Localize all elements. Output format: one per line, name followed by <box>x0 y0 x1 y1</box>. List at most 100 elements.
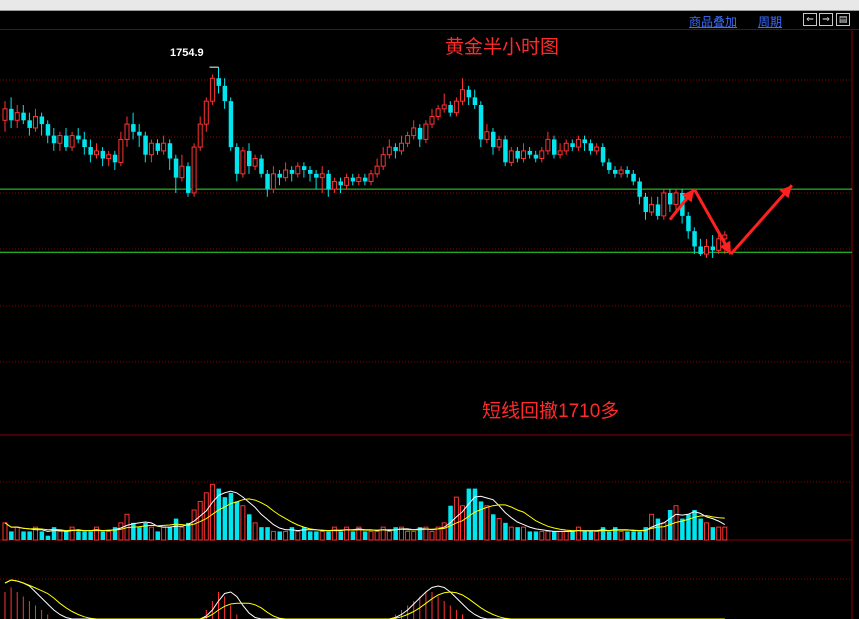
candle-body <box>240 150 246 175</box>
candle-body <box>124 123 130 140</box>
candlestick <box>57 131 63 151</box>
candle-body <box>216 78 221 86</box>
volume-bar <box>295 530 301 541</box>
volume-bar <box>161 526 167 541</box>
scroll-right-icon[interactable]: ⇒ <box>819 13 833 26</box>
volume-bar <box>203 492 209 541</box>
candle-body <box>326 173 331 190</box>
candle-body <box>545 138 551 152</box>
candlestick <box>686 212 691 239</box>
candlestick <box>137 124 142 148</box>
volume-bar <box>661 522 667 541</box>
volume-bar <box>552 531 557 540</box>
volume-bar <box>27 531 32 540</box>
candlestick <box>637 177 642 205</box>
candle-body <box>51 135 57 144</box>
candlestick <box>570 139 575 151</box>
volume-ma-white <box>4 490 726 532</box>
volume-ma-yellow <box>4 498 725 532</box>
candle-body <box>82 139 87 148</box>
candlestick <box>14 105 20 128</box>
candle-body <box>484 131 490 140</box>
volume-bar <box>478 501 484 540</box>
price-chart[interactable] <box>0 30 859 619</box>
candle-body <box>118 138 124 163</box>
candle-body <box>588 143 594 151</box>
candle-body <box>222 85 228 102</box>
candlestick <box>643 192 648 220</box>
candle-body <box>692 231 697 247</box>
candlestick <box>21 105 26 125</box>
candle-body <box>405 135 411 144</box>
candle-body <box>368 173 374 182</box>
candle-body <box>453 100 459 114</box>
volume-bar <box>698 518 703 540</box>
candlestick <box>704 238 709 258</box>
volume-bar <box>82 531 87 540</box>
candlestick <box>203 97 209 132</box>
candle-body <box>441 104 447 110</box>
candlestick <box>631 170 636 186</box>
candle-body <box>319 173 325 179</box>
window-top-bar <box>0 0 859 10</box>
volume-bar <box>441 522 447 541</box>
volume-bar <box>9 531 14 540</box>
candlestick <box>106 150 112 167</box>
candlestick <box>466 85 472 105</box>
candlestick <box>545 131 551 155</box>
candle-body <box>350 177 356 182</box>
volume-bar <box>228 492 234 540</box>
volume-bar <box>368 530 374 541</box>
volume-bar <box>491 514 496 540</box>
candlestick <box>655 196 661 220</box>
candlestick <box>240 147 246 178</box>
candle-body <box>45 124 51 136</box>
candlestick <box>270 166 276 193</box>
candle-body <box>179 165 185 179</box>
candlestick <box>600 143 606 167</box>
volume-bar <box>460 505 465 541</box>
candle-body <box>448 105 453 113</box>
candle-body <box>259 158 264 174</box>
volume-bar <box>301 527 307 540</box>
candlestick <box>155 139 160 155</box>
overlay-commodity-link[interactable]: 商品叠加 <box>689 13 737 30</box>
candlestick <box>9 97 14 128</box>
volume-bar <box>515 527 520 540</box>
volume-bar <box>527 531 533 540</box>
candlestick <box>308 166 313 182</box>
candlestick <box>331 177 337 193</box>
candle-body <box>533 154 539 159</box>
chart-toolbar: 商品叠加 周期 ⇐ ⇒ ▤ <box>0 10 859 30</box>
candle-body <box>69 135 75 148</box>
period-link[interactable]: 周期 <box>758 13 782 30</box>
candle-body <box>649 203 655 213</box>
volume-bar <box>100 531 106 540</box>
candle-body <box>521 150 526 160</box>
candlestick <box>161 135 167 155</box>
candlestick <box>594 143 600 155</box>
volume-bar <box>289 527 295 540</box>
volume-bar <box>362 531 368 540</box>
volume-bar <box>234 501 240 540</box>
candlestick <box>131 112 136 140</box>
volume-bar <box>704 522 709 541</box>
candlestick <box>39 112 45 136</box>
volume-bar <box>637 531 642 540</box>
candle-body <box>655 204 661 216</box>
panel-toggle-icon[interactable]: ▤ <box>836 13 850 26</box>
candlestick <box>167 139 173 170</box>
candle-body <box>386 146 392 156</box>
volume-bar <box>331 526 337 541</box>
volume-bar <box>710 527 716 540</box>
volume-bar <box>625 531 630 540</box>
candle-body <box>2 108 8 121</box>
candlestick <box>259 154 264 178</box>
candlestick <box>234 143 240 182</box>
volume-bar <box>716 526 722 541</box>
candle-body <box>625 170 630 174</box>
candle-body <box>515 150 520 159</box>
candlestick <box>112 150 118 170</box>
scroll-left-icon[interactable]: ⇐ <box>803 13 817 26</box>
candle-body <box>64 135 69 148</box>
